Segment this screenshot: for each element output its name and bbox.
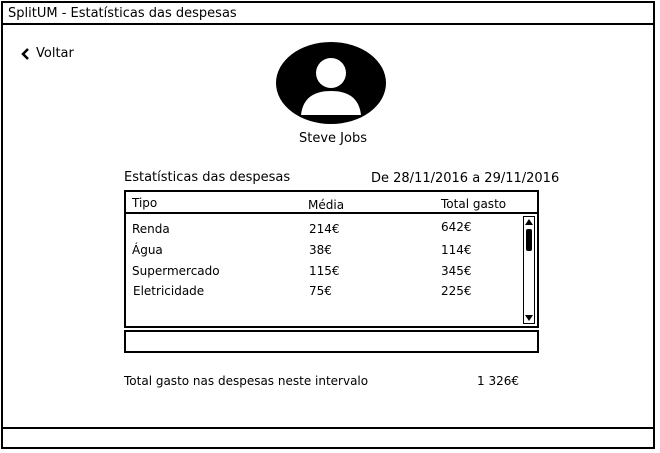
table-footer: [124, 330, 539, 353]
total-label: Total gasto nas despesas neste intervalo: [124, 374, 369, 388]
table-scrollbar[interactable]: [523, 216, 535, 324]
total-value: 1 326€: [477, 374, 519, 388]
app-window: SplitUM - Estatísticas das despesas Volt…: [1, 1, 655, 449]
cell-total: 642€: [441, 220, 472, 234]
table-row[interactable]: Renda 214€ 642€: [126, 220, 519, 242]
table-row[interactable]: Eletricidade 75€ 225€: [126, 284, 519, 304]
window-title: SplitUM - Estatísticas das despesas: [3, 3, 653, 25]
cell-media: 38€: [309, 243, 332, 257]
cell-media: 75€: [309, 284, 332, 298]
cell-tipo: Supermercado: [132, 264, 220, 278]
cell-media: 115€: [309, 264, 340, 278]
cell-total: 114€: [441, 243, 472, 257]
table-row[interactable]: Água 38€ 114€: [126, 243, 519, 263]
stats-title: Estatísticas das despesas: [124, 170, 291, 185]
column-header-tipo: Tipo: [132, 196, 158, 210]
scroll-thumb[interactable]: [526, 229, 532, 251]
cell-tipo: Água: [132, 243, 163, 257]
user-avatar-icon: [275, 41, 387, 125]
user-name: Steve Jobs: [299, 131, 367, 146]
scroll-up-arrow-icon[interactable]: [524, 217, 534, 227]
table-row[interactable]: Supermercado 115€ 345€: [126, 264, 519, 284]
column-header-media: Média: [308, 198, 345, 212]
scroll-down-arrow-icon[interactable]: [524, 313, 534, 323]
expense-stats-table[interactable]: Tipo Média Total gasto Renda 214€ 642€ Á…: [124, 190, 539, 328]
status-bar: [3, 427, 653, 447]
table-header: Tipo Média Total gasto: [126, 192, 537, 214]
cell-media: 214€: [309, 222, 340, 236]
column-header-total: Total gasto: [441, 197, 507, 211]
date-range: De 28/11/2016 a 29/11/2016: [371, 171, 560, 186]
chevron-left-icon: [21, 47, 30, 60]
cell-tipo: Renda: [132, 222, 170, 236]
back-button[interactable]: Voltar: [21, 46, 74, 61]
cell-tipo: Eletricidade: [133, 284, 205, 298]
cell-total: 345€: [441, 264, 472, 278]
cell-total: 225€: [441, 284, 472, 298]
back-label: Voltar: [36, 46, 74, 61]
